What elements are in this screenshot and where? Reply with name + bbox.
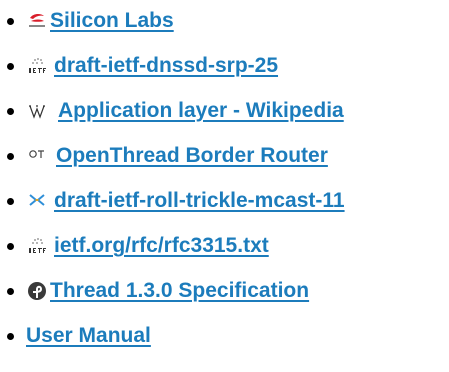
openthread-icon — [29, 150, 44, 158]
list-item: User Manual — [0, 318, 449, 354]
list-item: draft-ietf-roll-trickle-mcast-11 — [0, 183, 449, 219]
link-application-layer-wikipedia[interactable]: Application layer - Wikipedia — [58, 98, 344, 124]
wikipedia-icon — [29, 105, 45, 119]
bullet-icon — [7, 333, 14, 340]
bullet-icon — [7, 153, 14, 160]
bullet-icon — [7, 18, 14, 25]
link-openthread-border-router[interactable]: OpenThread Border Router — [56, 143, 328, 169]
link-ietf-rfc3315[interactable]: ietf.org/rfc/rfc3315.txt — [54, 233, 269, 259]
datatracker-icon — [29, 194, 45, 206]
list-item: ietf.org/rfc/rfc3315.txt — [0, 228, 449, 264]
silicon-labs-icon — [29, 13, 45, 27]
bullet-icon — [7, 63, 14, 70]
bullet-icon — [7, 243, 14, 250]
link-thread-1-3-0-specification[interactable]: Thread 1.3.0 Specification — [50, 278, 309, 304]
link-user-manual[interactable]: User Manual — [26, 323, 151, 349]
list-item: Silicon Labs — [0, 3, 449, 39]
ietf-icon — [29, 238, 46, 253]
list-item: OpenThread Border Router — [0, 138, 449, 174]
bullet-icon — [7, 198, 14, 205]
bullet-icon — [7, 288, 14, 295]
thread-icon — [28, 282, 46, 300]
list-item: draft-ietf-dnssd-srp-25 — [0, 48, 449, 84]
link-draft-ietf-roll-trickle-mcast-11[interactable]: draft-ietf-roll-trickle-mcast-11 — [54, 188, 345, 214]
ietf-icon — [29, 58, 46, 73]
list-item: Thread 1.3.0 Specification — [0, 273, 449, 309]
link-draft-ietf-dnssd-srp-25[interactable]: draft-ietf-dnssd-srp-25 — [54, 53, 278, 79]
bullet-icon — [7, 108, 14, 115]
list-item: Application layer - Wikipedia — [0, 93, 449, 129]
link-silicon-labs[interactable]: Silicon Labs — [50, 8, 174, 34]
